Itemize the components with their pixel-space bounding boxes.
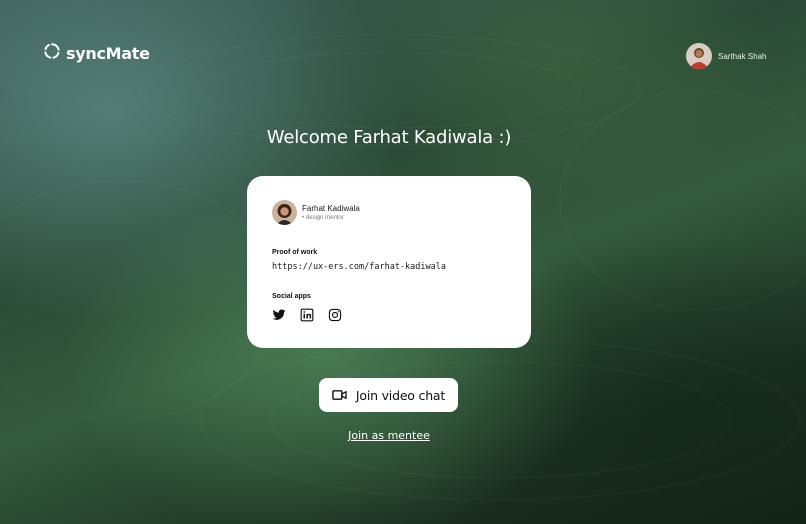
join-video-chat-button[interactable]: Join video chat — [319, 378, 458, 412]
user-menu[interactable]: Sarthak Shah — [686, 43, 766, 69]
social-icons — [272, 308, 342, 322]
twitter-icon[interactable] — [272, 308, 286, 322]
mentor-avatar — [272, 200, 297, 225]
brand-logo[interactable]: syncMate — [43, 42, 150, 65]
mentor-card: Farhat Kadiwala • design mentor Proof of… — [247, 176, 531, 348]
linkedin-icon[interactable] — [300, 308, 314, 322]
mentor-name: Farhat Kadiwala — [302, 204, 360, 213]
mentor-role-text: design mentor — [305, 215, 344, 221]
proof-of-work-title: Proof of work — [272, 249, 318, 256]
mentor-profile: Farhat Kadiwala • design mentor — [272, 200, 360, 225]
welcome-heading: Welcome Farhat Kadiwala :) — [266, 127, 512, 148]
join-as-mentee-link[interactable]: Join as mentee — [0, 429, 778, 442]
proof-of-work-link[interactable]: https://ux-ers.com/farhat-kadiwala — [272, 262, 446, 272]
user-name: Sarthak Shah — [718, 51, 767, 61]
join-video-chat-label: Join video chat — [355, 387, 446, 403]
brand-name: syncMate — [66, 44, 150, 63]
avatar — [686, 43, 712, 69]
social-apps-title: Social apps — [272, 293, 311, 300]
mentor-role: • design mentor — [302, 215, 344, 221]
video-camera-icon — [332, 389, 347, 401]
sync-icon — [43, 42, 61, 65]
instagram-icon[interactable] — [328, 308, 342, 322]
